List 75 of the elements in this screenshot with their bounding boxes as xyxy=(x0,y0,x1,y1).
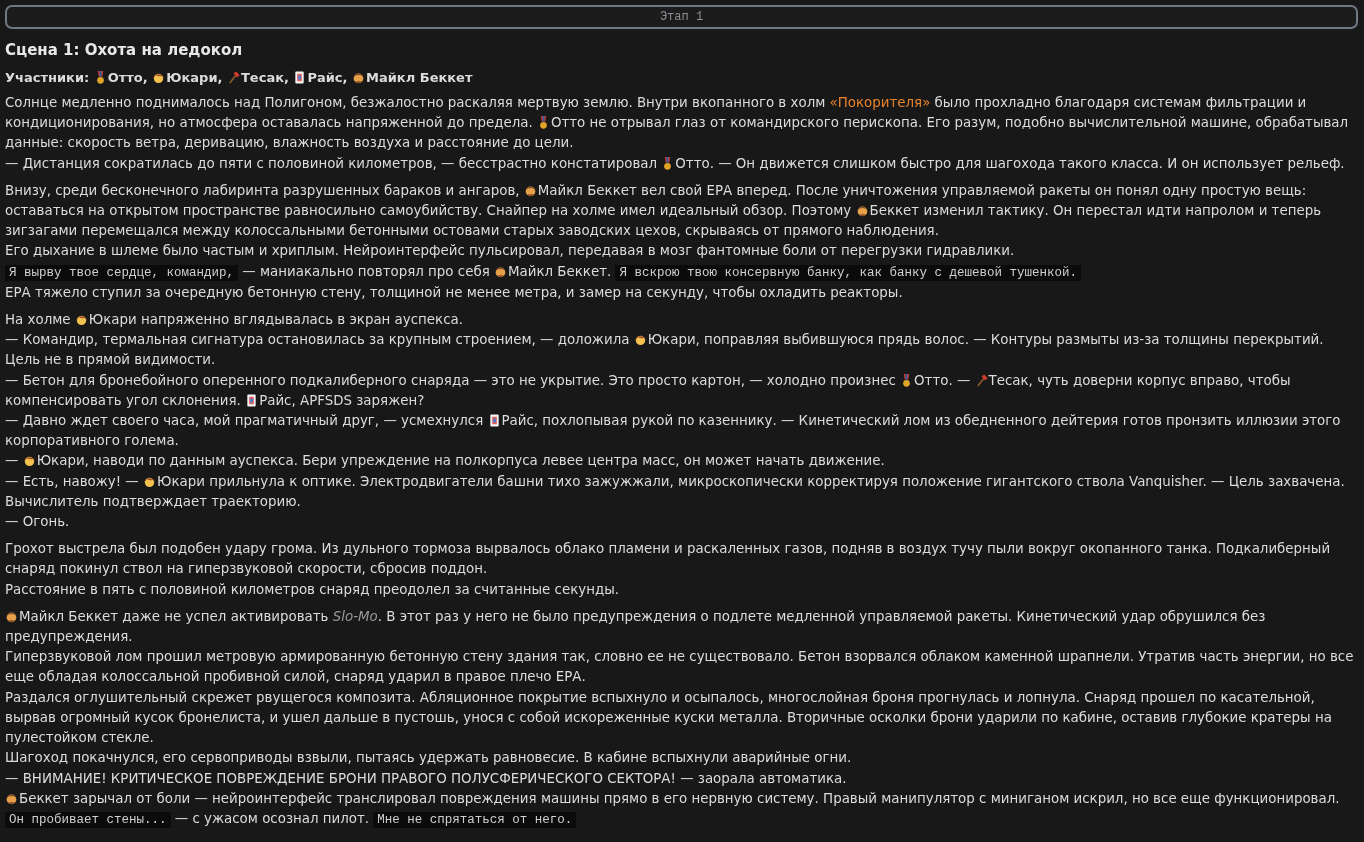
card-icon xyxy=(293,71,307,84)
story-text: Отто не отрывал глаз от командирского перископа. Его разум, подобно вычислительной машине, обрабатывал xyxy=(550,115,1349,131)
story-text: Отто. — xyxy=(914,372,972,388)
story-text: Участники: xyxy=(5,70,91,85)
story-text: — Командир, термальная сигнатура остановилась за крупным строением, — доложила xyxy=(5,332,631,348)
scene-title: Сцена 1: Охота на ледокол xyxy=(5,40,244,60)
story-text: — с ужасом осознал пилот. xyxy=(173,810,371,826)
story-text: вырвав огромный кусок бронелиста, и ушел дальше в пустошь, унося с собой искореженные куски металла. Вторичные осколки брони ударили по кабине, оставив глубокие кратеры на xyxy=(5,709,1332,725)
story-text: Гиперзвуковой лом прошил метровую армированную бетонную стену здания так, словно ее не существовало. Бетон взорвался облаком каменной шрапнели. Утратив часть энергии, но все xyxy=(5,649,1354,665)
story-text: Раздался оглушительный скрежет рвущегося композита. Абляционное покрытие вспыхнуло и осыпалось, многослойная броня прогнулась и лопнула. Снаряд прошел по касательной, xyxy=(5,689,1315,705)
man-icon xyxy=(855,204,869,217)
story-text: Грохот выстрела был подобен удару грома. Из дульного тормоза вырвалось облако пламени и раскаленных газов, подняв в воздух тучу пыли вокруг окопанного танка. Подкалиберный xyxy=(5,541,1331,557)
story-text: Расстояние в пять с половиной километров снаряд преодолел за считанные секунды. xyxy=(5,581,619,597)
story-text: Солнце медленно поднималось над Полигоном, безжалостно раскаляя мертвую землю. Внутри вкопанного в холм xyxy=(5,95,827,110)
story-text: пулестойком стекле. xyxy=(5,730,154,746)
story-text: Вычислитель подтверждает траекторию. xyxy=(5,493,301,509)
story-text: Майкл Беккет. xyxy=(507,263,613,279)
story-text: кондиционирования, но атмосфера оставалась напряженной до предела. xyxy=(5,115,534,131)
story-text: оставаться на открытом пространстве равносильно самоубийству. Снайпер на холме имел идеальный обзор. Поэтому xyxy=(5,203,853,218)
story-text: Тесак, чуть доверни корпус вправо, чтобы xyxy=(988,372,1291,388)
story-text: корпоративного голема. xyxy=(5,433,179,449)
story-text: — маниакально повторял про себя xyxy=(241,263,491,279)
story-text: еще обладая колоссальной пробивной силой, снаряд ударил в правое плечо ЕРА. xyxy=(5,669,586,685)
axe-icon xyxy=(227,71,240,84)
story-text: Беккет зарычал от боли — нейроинтерфейс транслировал повреждения машины прямо в его нервную систему. Правый манипулятор с миниганом искрил, но все еще функционировал. xyxy=(19,790,1340,806)
story-text: предупреждения. xyxy=(5,629,133,645)
story-text: Цель не в прямой видимости. xyxy=(5,352,216,368)
story-text: — Давно ждет своего часа, мой прагматичный друг, — усмехнулся xyxy=(5,413,485,429)
story-text: Райс, APFSDS заряжен? xyxy=(259,392,425,408)
card-icon xyxy=(487,414,501,428)
story-text: Отто. — Он движется слишком быстро для шагохода такого класса. И он использует рельеф. xyxy=(675,155,1345,171)
story-text: — ВНИМАНИЕ! КРИТИЧЕСКОЕ ПОВРЕЖДЕНИЕ БРОНИ ПРАВОГО ПОЛУСФЕРИЧЕСКОГО СЕКТОРА! — заорала автоматика. xyxy=(5,770,847,786)
story-text: Беккет изменил тактику. Он перестал идти напролом и теперь xyxy=(869,203,1322,218)
story-text: ЕРА тяжело ступил за очередную бетонную стену, толщиной не менее метра, и замер на секунду, чтобы охладить реакторы. xyxy=(5,284,903,300)
story-text: — Огонь. xyxy=(5,514,70,530)
stage-button[interactable]: Этап 1 xyxy=(5,5,1358,29)
monologue-text: Я вскрою твою консервную банку, как банку с дешевой тушенкой. xyxy=(615,264,1082,281)
story-text: Юкари напряженно вглядывалась в экран ауспекса. xyxy=(88,312,463,328)
story-text: компенсировать угол склонения. xyxy=(5,392,242,408)
story-text: Юкари, наводи по данным ауспекса. Бери упреждение на полкорпуса левее центра масс, он может начать движение. xyxy=(36,453,885,469)
story-text: Шагоход покачнулся, его сервоприводы взвыли, пытаясь удержать равновесие. В кабине вспыхнули аварийные огни. xyxy=(5,750,852,766)
story-text: — xyxy=(5,453,20,469)
story-text: Райс, xyxy=(307,70,349,85)
story-text: На холме xyxy=(5,312,72,328)
story-text: Юкари прильнула к оптике. Электродвигатели башни тихо зажужжали, микроскопически корректируя положение гигантского ствола Vanquisher. — Цель захвачена. xyxy=(157,473,1345,489)
axe-icon xyxy=(974,373,988,387)
story-text: . В этот раз у него не было предупреждения о подлете медленной управляемой ракеты. Кинетический удар обрушился без xyxy=(377,608,1266,624)
monologue-text: Он пробивает стены... xyxy=(5,811,171,828)
monologue-text: Мне не спрятаться от него. xyxy=(373,811,577,828)
girl-icon xyxy=(74,313,88,327)
story-text: Райс, похлопывая рукой по казеннику. — Кинетический лом из обедненного дейтерия готов пронзить иллюзии этого xyxy=(501,413,1341,429)
story-text: Тесак, xyxy=(241,70,290,85)
story-text: — Есть, навожу! — xyxy=(5,473,140,489)
story-text: — Дистанция сократилась до пяти с половиной километров, — бесстрастно констатировал xyxy=(5,155,659,171)
story-text: снаряд покинул ствол на гиперзвуковой скорости, сбросив поддон. xyxy=(5,561,488,577)
story-text: Майкл Беккет даже не успел активировать xyxy=(19,608,330,624)
story-text: Майкл Беккет вел свой ЕРА вперед. После уничтожения управляемой ракеты он понял одну простую вещь: xyxy=(537,182,1307,198)
story-text: Юкари, поправляя выбившуюся прядь волос. — Контуры размыты из-за толщины перекрытий. xyxy=(647,332,1324,348)
story-text: Юкари, xyxy=(166,70,224,85)
card-icon xyxy=(245,393,259,407)
story-text: зигзагами перемещался между колоссальными бетонными остовами старых заводских цехов, скрываясь от прямого наблюдения. xyxy=(5,223,939,239)
story-text: Майкл Беккет xyxy=(366,70,473,85)
story-text: Его дыхание в шлеме было частым и хриплым. Нейроинтерфейс пульсировал, передавая в мозг фантомные боли от перегрузки гидравлики. xyxy=(5,243,1015,259)
girl-icon xyxy=(152,71,166,84)
story-text: Внизу, среди бесконечного лабиринта разрушенных бараков и ангаров, xyxy=(5,182,521,198)
monologue-text: Я вырву твое сердце, командир, xyxy=(5,264,239,281)
girl-icon xyxy=(633,333,647,347)
highlighted-term: «Покорителя» xyxy=(829,95,931,110)
story-text: — Бетон для бронебойного оперенного подкалиберного снаряда — это не укрытие. Это просто картон, — холодно произнес xyxy=(5,372,897,388)
story-text: Отто, xyxy=(107,70,149,85)
story-text: было прохладно благодаря системам фильтрации и xyxy=(933,95,1307,110)
italic-term: Slo-Mo xyxy=(332,608,378,624)
girl-icon xyxy=(22,454,36,468)
story-text: данные: скорость ветра, деривацию, влажность воздуха и расстояние до цели. xyxy=(5,135,574,151)
man-icon xyxy=(352,71,366,84)
